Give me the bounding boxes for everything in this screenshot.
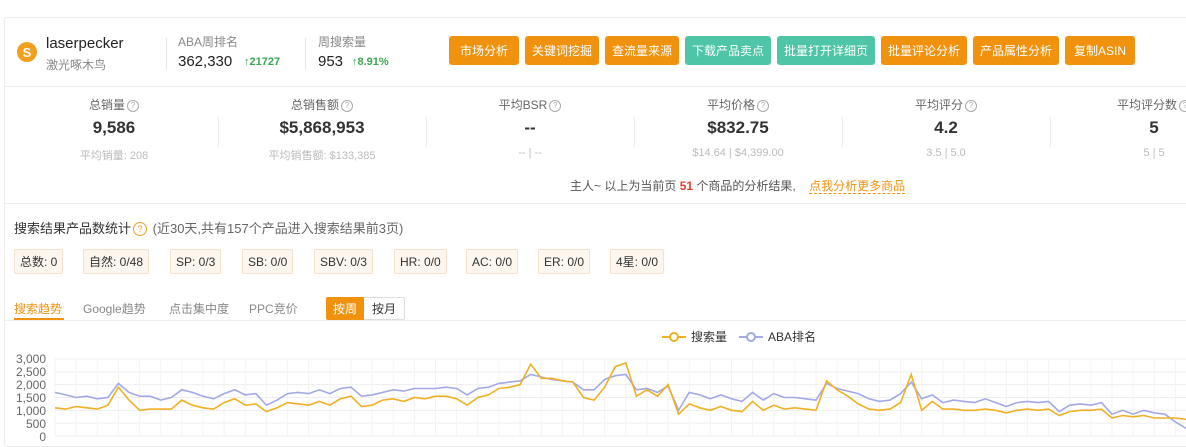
search-trend-chart[interactable] [0, 0, 1186, 445]
aba-rank-line[interactable] [54, 373, 1186, 429]
